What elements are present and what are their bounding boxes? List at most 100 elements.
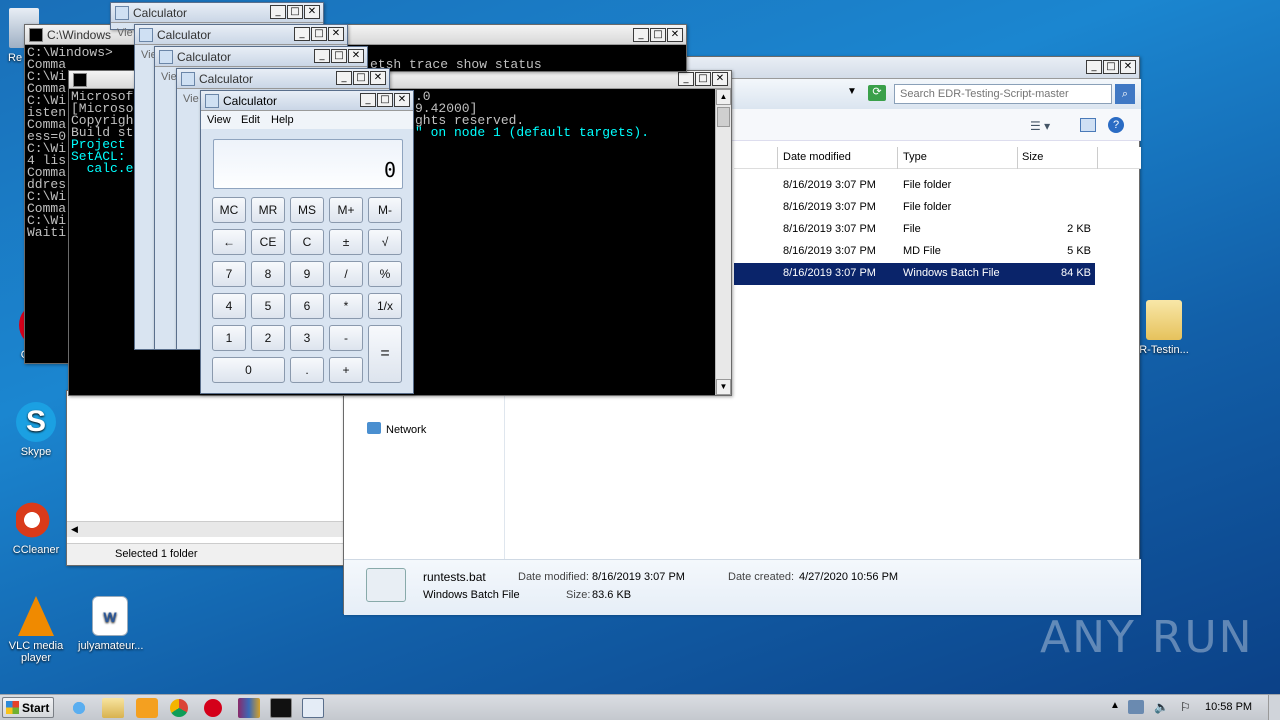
close-button[interactable]: ✕ xyxy=(348,49,364,63)
minimize-button[interactable]: _ xyxy=(633,28,649,42)
calculator-title: Calculator xyxy=(157,28,212,42)
detail-modified: 8/16/2019 3:07 PM xyxy=(592,571,685,583)
menu-view[interactable]: Vie xyxy=(161,71,177,83)
maximize-button[interactable]: □ xyxy=(311,27,327,41)
maximize-button[interactable]: □ xyxy=(1103,60,1119,74)
calc-key[interactable]: . xyxy=(290,357,324,383)
col-size[interactable]: Size xyxy=(1022,151,1043,163)
calc-key[interactable]: M- xyxy=(368,197,402,223)
show-hidden-icons[interactable]: ▲ xyxy=(1110,700,1120,711)
horizontal-scrollbar[interactable]: ◀ xyxy=(67,521,355,537)
search-input[interactable] xyxy=(894,84,1112,104)
calc-key[interactable]: 0 xyxy=(212,357,285,383)
calc-key[interactable]: C xyxy=(290,229,324,255)
minimize-button[interactable]: _ xyxy=(270,5,286,19)
menu-view[interactable]: Vie xyxy=(183,93,199,105)
close-button[interactable]: ✕ xyxy=(370,71,386,85)
calc-key[interactable]: / xyxy=(329,261,363,287)
media-player-icon[interactable] xyxy=(136,698,158,718)
explorer-window-back[interactable]: ◀ Selected 1 folder xyxy=(66,390,356,566)
calc-key[interactable]: √ xyxy=(368,229,402,255)
view-options-icon[interactable]: ☰ ▾ xyxy=(1030,119,1050,133)
menu-view[interactable]: Vie xyxy=(117,27,133,39)
calc-key[interactable]: - xyxy=(329,325,363,351)
calc-key[interactable]: 6 xyxy=(290,293,324,319)
cell-date: 8/16/2019 3:07 PM xyxy=(783,223,876,235)
minimize-button[interactable]: _ xyxy=(314,49,330,63)
calc-key[interactable]: MR xyxy=(251,197,285,223)
col-date-modified[interactable]: Date modified xyxy=(783,151,851,163)
calc-key[interactable]: 4 xyxy=(212,293,246,319)
winrar-icon[interactable] xyxy=(238,698,260,718)
calc-key[interactable]: * xyxy=(329,293,363,319)
chrome-icon[interactable] xyxy=(170,699,188,717)
calc-key[interactable]: 1 xyxy=(212,325,246,351)
start-button[interactable]: Start xyxy=(2,697,54,718)
maximize-button[interactable]: □ xyxy=(287,5,303,19)
calc-key[interactable]: 3 xyxy=(290,325,324,351)
calc-key[interactable]: + xyxy=(329,357,363,383)
minimize-button[interactable]: _ xyxy=(294,27,310,41)
maximize-button[interactable]: □ xyxy=(353,71,369,85)
minimize-button[interactable]: _ xyxy=(336,71,352,85)
word-doc-icon[interactable]: W julyamateur... xyxy=(78,596,143,652)
close-button[interactable]: ✕ xyxy=(1120,60,1136,74)
calc-key[interactable]: CE xyxy=(251,229,285,255)
maximize-button[interactable]: □ xyxy=(695,72,711,86)
explorer-taskbar-icon[interactable] xyxy=(102,698,124,718)
search-icon[interactable]: ⌕ xyxy=(1115,84,1135,104)
cmd-taskbar-icon[interactable] xyxy=(270,698,292,718)
ie-icon[interactable] xyxy=(68,698,90,718)
cell-date: 8/16/2019 3:07 PM xyxy=(783,201,876,213)
opera-taskbar-icon[interactable] xyxy=(204,699,222,717)
help-icon[interactable]: ? xyxy=(1108,117,1124,133)
close-button[interactable]: ✕ xyxy=(328,27,344,41)
refresh-icon[interactable]: ⟳ xyxy=(868,85,886,101)
cell-type: Windows Batch File xyxy=(903,267,1000,279)
table-row[interactable]: 8/16/2019 3:07 PM Windows Batch File 84 KB xyxy=(734,263,1095,285)
close-button[interactable]: ✕ xyxy=(712,72,728,86)
cmd-window-2[interactable]: _ □ ✕ etsh trace show status xyxy=(343,24,687,72)
calc-key[interactable]: = xyxy=(368,325,402,383)
calc-key[interactable]: M+ xyxy=(329,197,363,223)
table-row[interactable]: 8/16/2019 3:07 PM MD File 5 KB xyxy=(734,241,1095,263)
col-type[interactable]: Type xyxy=(903,151,927,163)
ccleaner-icon[interactable]: CCleaner xyxy=(4,500,68,556)
detail-created: 4/27/2020 10:56 PM xyxy=(799,571,899,583)
calc-key[interactable]: MC xyxy=(212,197,246,223)
calc-key[interactable]: % xyxy=(368,261,402,287)
flag-icon[interactable]: ⚐ xyxy=(1180,700,1191,714)
calc-key[interactable]: ± xyxy=(329,229,363,255)
dropdown-arrow-icon[interactable]: ▼ xyxy=(847,86,857,97)
close-button[interactable]: ✕ xyxy=(667,28,683,42)
maximize-button[interactable]: □ xyxy=(650,28,666,42)
calc-key[interactable]: ← xyxy=(212,229,246,255)
calculator-taskbar-icon[interactable] xyxy=(302,698,324,718)
maximize-button[interactable]: □ xyxy=(331,49,347,63)
volume-icon[interactable]: 🔈 xyxy=(1154,700,1169,714)
table-row[interactable]: 8/16/2019 3:07 PM File folder xyxy=(734,175,1095,197)
calc-key[interactable]: 1/x xyxy=(368,293,402,319)
table-row[interactable]: 8/16/2019 3:07 PM File folder xyxy=(734,197,1095,219)
close-button[interactable]: ✕ xyxy=(304,5,320,19)
calc-key[interactable]: 9 xyxy=(290,261,324,287)
calc-key[interactable]: 7 xyxy=(212,261,246,287)
calc-key[interactable]: 2 xyxy=(251,325,285,351)
calc-key[interactable]: 5 xyxy=(251,293,285,319)
minimize-button[interactable]: _ xyxy=(678,72,694,86)
folder-icon[interactable]: R-Testin... xyxy=(1132,300,1196,356)
calc-key[interactable]: 8 xyxy=(251,261,285,287)
calculator-window[interactable]: Calculator _ □ ✕ View Edit Help 0 MC MR MS… xyxy=(200,90,414,394)
calc-key[interactable]: MS xyxy=(290,197,324,223)
vlc-icon[interactable]: VLC media player xyxy=(4,596,68,664)
skype-icon[interactable]: S Skype xyxy=(4,402,68,458)
nav-network[interactable]: Network xyxy=(386,424,426,436)
cmd-top-line: etsh trace show status xyxy=(370,59,670,71)
show-desktop-button[interactable] xyxy=(1268,695,1280,720)
network-tray-icon[interactable] xyxy=(1128,700,1144,714)
preview-pane-icon[interactable] xyxy=(1080,118,1096,132)
minimize-button[interactable]: _ xyxy=(1086,60,1102,74)
detail-filename: runtests.bat xyxy=(423,570,486,584)
table-row[interactable]: 8/16/2019 3:07 PM File 2 KB xyxy=(734,219,1095,241)
vertical-scrollbar[interactable]: ▲ ▼ xyxy=(715,89,731,395)
